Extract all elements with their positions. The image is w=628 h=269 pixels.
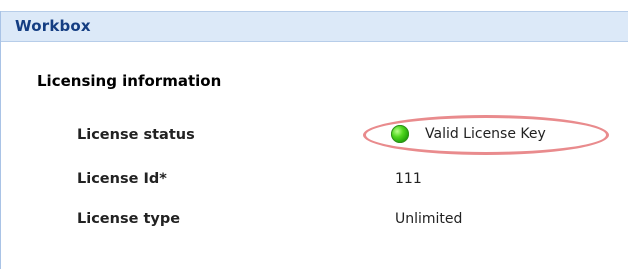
workbox-panel: Workbox Licensing information License st… bbox=[0, 11, 628, 269]
license-status-text: Valid License Key bbox=[425, 126, 546, 142]
license-type-value: Unlimited bbox=[395, 211, 463, 227]
panel-header: Workbox bbox=[1, 11, 628, 42]
status-green-dot-icon bbox=[391, 125, 409, 143]
license-status-label: License status bbox=[77, 127, 195, 143]
license-type-label: License type bbox=[77, 211, 181, 227]
section-title: Licensing information bbox=[37, 72, 222, 90]
license-id-label: License Id* bbox=[77, 171, 167, 187]
license-status-value: Valid License Key bbox=[363, 115, 613, 159]
license-id-value: 111 bbox=[395, 171, 422, 187]
panel-title: Workbox bbox=[15, 17, 91, 35]
